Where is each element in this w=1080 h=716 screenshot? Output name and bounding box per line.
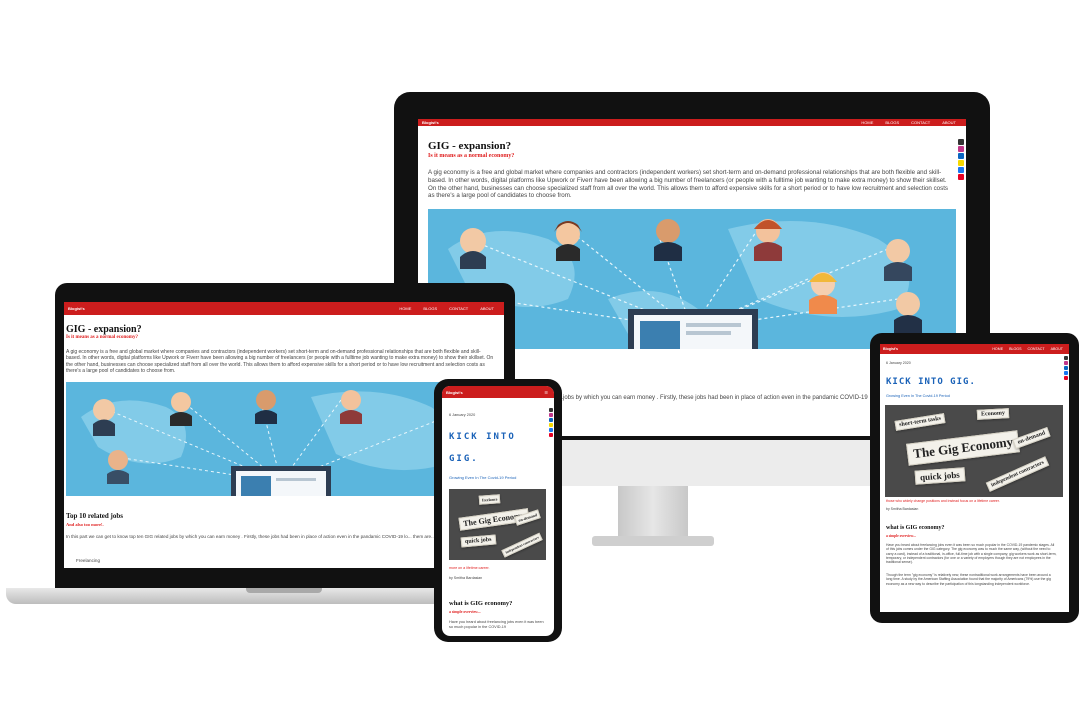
phone-section-title: what is GIG economy? [449, 600, 513, 607]
phone-pinterest-icon[interactable] [549, 433, 553, 437]
phone-navbar: Blogist's ☰ [442, 386, 554, 398]
phone-article-image: The Gig Economy quick jobs on-demand ind… [449, 489, 546, 560]
laptop-page-subtitle: Is it means as a normal economy? [66, 335, 138, 340]
laptop-page-title: GIG - expansion? [66, 324, 142, 335]
desktop-page-title: GIG - expansion? [428, 140, 512, 152]
devices-mockup-scene: Blogist's HOME BLOGS CONTACT ABOUT GIG -… [0, 0, 1080, 716]
tablet-paper-short: short-term tasks [894, 413, 946, 431]
github-icon[interactable] [958, 139, 964, 145]
phone-github-icon[interactable] [549, 408, 553, 412]
phone-post-date: 6 January 2020 [449, 413, 476, 417]
phone-linkedin-icon[interactable] [549, 418, 553, 422]
tablet-post-date: 6 January 2020 [886, 361, 911, 365]
tablet-article-image: The Gig Economy quick jobs short-term ta… [885, 405, 1063, 497]
desktop-brand[interactable]: Blogist's [422, 120, 439, 125]
tablet-navbar: Blogist's HOME BLOGS CONTACT ABOUT [880, 344, 1069, 354]
phone-paper-freelance: freelance [478, 494, 501, 505]
laptop-nav-contact[interactable]: CONTACT [449, 306, 468, 311]
laptop-intro-paragraph: A gig economy is a free and global marke… [66, 349, 494, 374]
laptop-list-item: Freelancing [76, 558, 101, 563]
phone-section-text: Have you heard about freelancing jobs ev… [449, 620, 544, 629]
desktop-nav-blogs[interactable]: BLOGS [885, 120, 899, 125]
phone-tagline: Growing Even In The Covid-19 Period [449, 475, 517, 480]
tablet-image-caption: those who widely change positions and in… [886, 499, 1000, 503]
tablet-screen: Blogist's HOME BLOGS CONTACT ABOUT 6 Jan… [880, 344, 1069, 612]
tablet-nav-blogs[interactable]: BLOGS [1009, 347, 1021, 351]
phone-section-subtitle: a simple overview... [449, 610, 481, 614]
tablet-pinterest-icon[interactable] [1064, 376, 1068, 380]
phone-screen: Blogist's ☰ 6 January 2020 KICK INTO GIG… [442, 386, 554, 636]
desktop-intro-paragraph: A gig economy is a free and global marke… [428, 169, 949, 200]
pinterest-icon[interactable] [958, 174, 964, 180]
laptop-brand[interactable]: Blogist's [68, 306, 85, 311]
linkedin-icon[interactable] [958, 153, 964, 159]
laptop-base-notch [246, 588, 322, 593]
laptop-hero-illustration [66, 382, 496, 496]
laptop-nav-home[interactable]: HOME [399, 306, 411, 311]
snapchat-icon[interactable] [958, 160, 964, 166]
phone-paper-quick: quick jobs [460, 534, 496, 548]
tablet-author: by Smitha Bardasian [886, 507, 919, 511]
tablet-nav-contact[interactable]: CONTACT [1028, 347, 1045, 351]
phone-headline-line1: KICK INTO [449, 432, 516, 442]
phone-headline-line2: GIG. [449, 454, 479, 464]
tablet-section-subtitle: a simple overview... [886, 534, 916, 538]
tablet-github-icon[interactable] [1064, 356, 1068, 360]
tablet-paper-economy: Economy [976, 408, 1010, 420]
tablet-paper-independent: independent contractors [985, 456, 1050, 492]
tablet-brand[interactable]: Blogist's [883, 347, 898, 351]
tablet-nav-about[interactable]: ABOUT [1051, 347, 1063, 351]
desktop-page-subtitle: Is it means as a normal economy? [428, 153, 515, 159]
phone-social-bar [549, 408, 553, 437]
tablet-paper-ondemand: on-demand [1012, 426, 1051, 450]
phone-image-caption: more on a lifetime career. [449, 566, 490, 570]
tablet-tagline: Growing Even In The Covid-19 Period [886, 394, 950, 398]
tablet-headline: KICK INTO GIG. [886, 377, 976, 387]
phone-paper-independent: independent contractors [501, 532, 544, 558]
laptop-nav-about[interactable]: ABOUT [480, 306, 494, 311]
desktop-nav-home[interactable]: HOME [861, 120, 873, 125]
laptop-nav-blogs[interactable]: BLOGS [423, 306, 437, 311]
desktop-navbar: Blogist's HOME BLOGS CONTACT ABOUT [418, 119, 966, 126]
laptop-section-text: In this part we can get to know top ten … [66, 534, 434, 539]
facebook-icon[interactable] [958, 167, 964, 173]
phone-snapchat-icon[interactable] [549, 423, 553, 427]
tablet-facebook-icon[interactable] [1064, 371, 1068, 375]
phone-brand[interactable]: Blogist's [446, 390, 463, 395]
laptop-section-subtitle: And also too more!. [66, 522, 104, 527]
phone-facebook-icon[interactable] [549, 428, 553, 432]
tablet-paragraph-2: Though the term "gig economy" is relativ… [886, 573, 1051, 586]
desktop-stand-base [592, 536, 714, 546]
tablet-nav-home[interactable]: HOME [992, 347, 1003, 351]
laptop-network-map-svg [81, 390, 462, 496]
tablet-social-bar [1064, 356, 1068, 380]
tablet-paragraph-1: Have you heard about freelancing jobs ev… [886, 543, 1057, 564]
tablet-instagram-icon[interactable] [1064, 361, 1068, 365]
tablet-linkedin-icon[interactable] [1064, 366, 1068, 370]
desktop-nav-about[interactable]: ABOUT [942, 120, 956, 125]
desktop-nav-contact[interactable]: CONTACT [911, 120, 930, 125]
laptop-section-title: Top 10 related jobs [66, 512, 123, 520]
desktop-social-bar [958, 139, 964, 180]
phone-instagram-icon[interactable] [549, 413, 553, 417]
tablet-section-title: what is GIG economy? [886, 525, 945, 531]
instagram-icon[interactable] [958, 146, 964, 152]
laptop-navbar: Blogist's HOME BLOGS CONTACT ABOUT [64, 302, 504, 315]
tablet-paper-big: The Gig Economy [906, 430, 1021, 466]
desktop-lower-text: ...jobs by which you can earn money . Fi… [558, 395, 868, 401]
tablet-paper-quick: quick jobs [914, 467, 966, 485]
phone-menu-icon[interactable]: ☰ [544, 390, 548, 395]
phone-author: by Smitha Bardasian [449, 576, 483, 580]
